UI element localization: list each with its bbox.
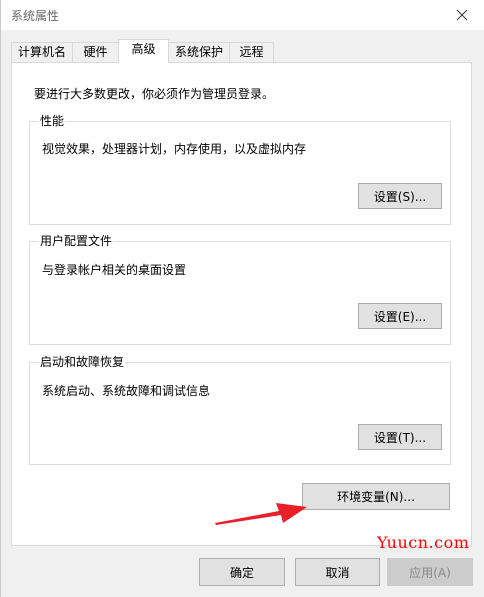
arrow-shape xyxy=(215,503,307,525)
admin-note: 要进行大多数更改，你必须作为管理员登录。 xyxy=(34,87,275,101)
user-profiles-group-title: 用户配置文件 xyxy=(39,234,114,248)
tab-remote[interactable]: 远程 xyxy=(229,42,274,62)
performance-description: 视觉效果，处理器计划，内存使用，以及虚拟内存 xyxy=(42,142,307,156)
startup-recovery-group: 启动和故障恢复 系统启动、系统故障和调试信息 设置(T)... xyxy=(29,355,451,465)
performance-settings-button[interactable]: 设置(S)... xyxy=(358,183,442,209)
user-profiles-description: 与登录帐户相关的桌面设置 xyxy=(42,263,187,277)
close-icon xyxy=(456,9,468,21)
title-bar[interactable]: 系统属性 xyxy=(1,0,484,30)
tab-advanced[interactable]: 高级 xyxy=(118,39,169,63)
startup-recovery-settings-button[interactable]: 设置(T)... xyxy=(358,424,442,450)
performance-group-title: 性能 xyxy=(39,114,66,128)
user-profiles-group: 用户配置文件 与登录帐户相关的桌面设置 设置(E)... xyxy=(29,234,451,345)
red-arrow-annotation xyxy=(215,503,307,525)
close-button[interactable] xyxy=(439,0,484,30)
user-profiles-settings-button[interactable]: 设置(E)... xyxy=(358,303,442,329)
tab-computer-name[interactable]: 计算机名 xyxy=(11,42,73,62)
cancel-button[interactable]: 取消 xyxy=(295,558,380,586)
watermark-text: Yuucn.com xyxy=(377,533,470,552)
apply-button[interactable]: 应用(A) xyxy=(387,558,473,586)
system-properties-window: 系统属性 计算机名 硬件 高级 系统保护 远程 要进行大多数更改，你必须作为管理… xyxy=(0,0,484,597)
tab-system-protection[interactable]: 系统保护 xyxy=(168,42,230,62)
startup-recovery-group-title: 启动和故障恢复 xyxy=(39,355,126,369)
window-title: 系统属性 xyxy=(11,9,60,23)
startup-recovery-description: 系统启动、系统故障和调试信息 xyxy=(42,384,211,398)
tab-hardware[interactable]: 硬件 xyxy=(72,42,119,62)
environment-variables-button[interactable]: 环境变量(N)... xyxy=(302,483,450,510)
performance-group: 性能 视觉效果，处理器计划，内存使用，以及虚拟内存 设置(S)... xyxy=(29,114,451,225)
ok-button[interactable]: 确定 xyxy=(199,558,285,586)
advanced-tab-panel: 要进行大多数更改，你必须作为管理员登录。 性能 视觉效果，处理器计划，内存使用，… xyxy=(11,62,472,546)
